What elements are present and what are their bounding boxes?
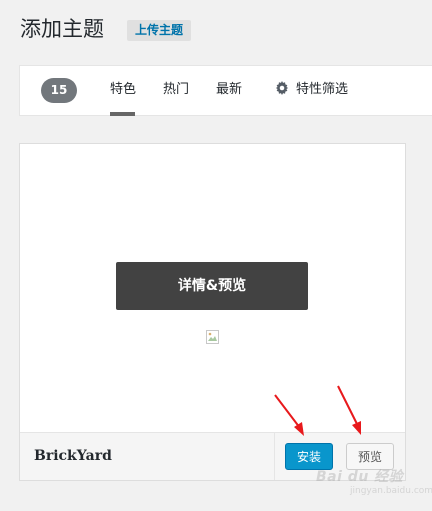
tab-popular[interactable]: 热门 xyxy=(163,80,189,100)
tab-latest[interactable]: 最新 xyxy=(216,80,242,100)
tab-featured[interactable]: 特色 xyxy=(110,80,136,100)
theme-name: BrickYard xyxy=(34,448,112,464)
watermark: Bai du 经验 jingyan.baidu.com xyxy=(306,462,432,502)
broken-image-icon xyxy=(206,330,219,344)
tab-feature-filter-label: 特性筛选 xyxy=(296,82,349,97)
theme-count-badge: 15 xyxy=(41,78,77,103)
watermark-subtext: jingyan.baidu.com xyxy=(350,486,432,496)
upload-theme-button[interactable]: 上传主题 xyxy=(127,20,192,41)
details-preview-button[interactable]: 详情&预览 xyxy=(116,262,308,310)
gear-icon xyxy=(275,81,289,95)
theme-card[interactable]: 详情&预览 BrickYard 安装 预览 xyxy=(19,143,406,481)
watermark-text: Bai du 经验 xyxy=(316,469,404,485)
tab-feature-filter[interactable]: 特性筛选 xyxy=(275,80,348,100)
theme-filter-bar: 15 特色 热门 最新 特性筛选 xyxy=(19,65,432,116)
page-title: 添加主题 xyxy=(20,17,104,41)
active-tab-indicator xyxy=(110,112,135,116)
theme-screenshot[interactable]: 详情&预览 xyxy=(20,144,405,432)
